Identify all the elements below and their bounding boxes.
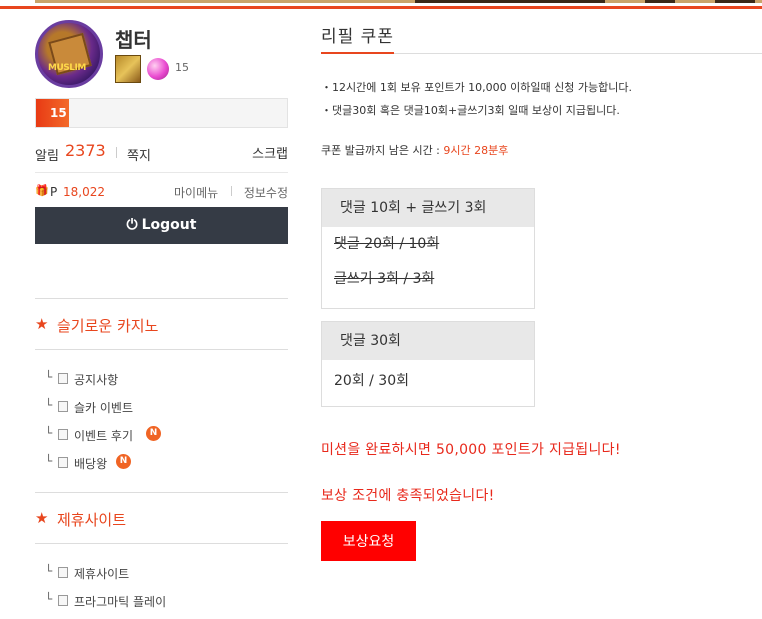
menu-item-pragmatic-play[interactable]: └ 프라그마틱 플레이 [45,588,288,616]
condition-progress-comments: 댓글 20회 / 10회 [334,236,440,252]
new-badge: N [116,454,131,469]
point-row: 🎁 P 18,022 마이메뉴 정보수정 [35,173,288,207]
document-icon [58,567,68,578]
timer-value: 9시간 28분후 [443,144,509,157]
document-icon [58,457,68,468]
condition-progress-comments: 20회 / 30회 [334,373,410,389]
nickname[interactable]: 챕터 [115,24,152,53]
menu-item-partner-site[interactable]: └ 제휴사이트 [45,560,288,588]
side-menu: ★ 슬기로운 카지노 └ 공지사항 └ 슬카 이벤트 └ 이벤트 후기 N └ [35,298,288,619]
star-icon: ★ [35,509,49,527]
note-line: ・댓글30회 혹은 댓글10회+글쓰기3회 일때 보상이 지급됩니다. [321,104,620,117]
tab-refill-coupon[interactable]: 리필 쿠폰 [321,18,394,54]
gem-count: 15 [175,61,189,74]
coupon-timer: 쿠폰 발급까지 남은 시간 : 9시간 28분후 [321,144,509,157]
section-title: 슬기로운 카지노 [57,317,159,335]
scrap-link[interactable]: 스크랩 [252,143,288,162]
reward-status-text: 보상 조건에 충족되었습니다! [321,488,495,504]
divider [231,186,232,196]
request-reward-button[interactable]: 보상요청 [321,521,416,561]
avatar[interactable]: MUSLIM [35,20,103,88]
point-label: P [50,185,58,199]
gift-icon: 🎁 [35,184,49,197]
top-banner-image [35,0,762,3]
star-icon: ★ [35,315,49,333]
mission-text: 미션을 완료하시면 50,000 포인트가 지급됩니다! [321,442,621,458]
document-icon [58,429,68,440]
divider [116,147,117,158]
note-line: ・12시간에 1회 보유 포인트가 10,000 이하일때 신청 가능합니다. [321,81,632,94]
condition-header: 댓글 10회 + 글쓰기 3회 [322,189,534,227]
tree-branch-icon: └ [45,454,53,468]
edit-info-link[interactable]: 정보수정 [244,184,288,201]
main-content: 리필 쿠폰 ・12시간에 1회 보유 포인트가 10,000 이하일때 신청 가… [321,18,762,561]
new-badge: N [146,426,161,441]
condition-box-combo: 댓글 10회 + 글쓰기 3회 댓글 20회 / 10회 글쓰기 3회 / 3회 [321,188,535,309]
document-icon [58,401,68,412]
section-header-partners[interactable]: ★ 제휴사이트 [35,492,288,544]
my-menu-link[interactable]: 마이메뉴 [174,184,218,201]
power-icon: ⏻ [126,217,138,233]
top-banner-strip [0,0,762,10]
level-badge-icon [115,55,141,83]
tree-branch-icon: └ [45,398,53,412]
menu-item-event-review[interactable]: └ 이벤트 후기 N [45,422,288,450]
tree-branch-icon: └ [45,426,53,440]
tree-branch-icon: └ [45,564,53,578]
gem-icon [147,58,169,80]
section-header-casino[interactable]: ★ 슬기로운 카지노 [35,298,288,350]
document-icon [58,595,68,606]
profile-card: MUSLIM 챕터 15 [35,18,288,90]
logout-button[interactable]: ⏻ Logout [35,207,288,244]
alarm-row: 알림 2373 쪽지 스크랩 [35,134,288,172]
section-items-casino: └ 공지사항 └ 슬카 이벤트 └ 이벤트 후기 N └ 배당왕 N [35,350,288,492]
tree-branch-icon: └ [45,592,53,606]
top-accent-line [0,6,762,9]
section-items-partners: └ 제휴사이트 └ 프라그마틱 플레이 [35,544,288,619]
menu-item-event[interactable]: └ 슬카 이벤트 [45,394,288,422]
sidebar: MUSLIM 챕터 15 15 알림 2373 쪽지 스크랩 🎁 P 18,02… [35,18,288,619]
coupon-notes: ・12시간에 1회 보유 포인트가 10,000 이하일때 신청 가능합니다. … [321,76,762,122]
message-link[interactable]: 쪽지 [127,145,151,164]
menu-item-notice[interactable]: └ 공지사항 [45,366,288,394]
tree-branch-icon: └ [45,370,53,384]
point-value[interactable]: 18,022 [63,185,105,199]
level-number: 15 [50,106,67,120]
experience-bar: 15 [35,98,288,128]
alarm-count[interactable]: 2373 [65,141,106,160]
menu-item-payout-king[interactable]: └ 배당왕 N [45,450,288,478]
tab-header: 리필 쿠폰 [321,18,762,54]
section-title: 제휴사이트 [57,511,127,529]
document-icon [58,373,68,384]
alarm-label[interactable]: 알림 [35,145,59,164]
condition-progress-posts: 글쓰기 3회 / 3회 [334,271,435,287]
condition-box-comments: 댓글 30회 20회 / 30회 [321,321,535,407]
condition-header: 댓글 30회 [322,322,534,360]
